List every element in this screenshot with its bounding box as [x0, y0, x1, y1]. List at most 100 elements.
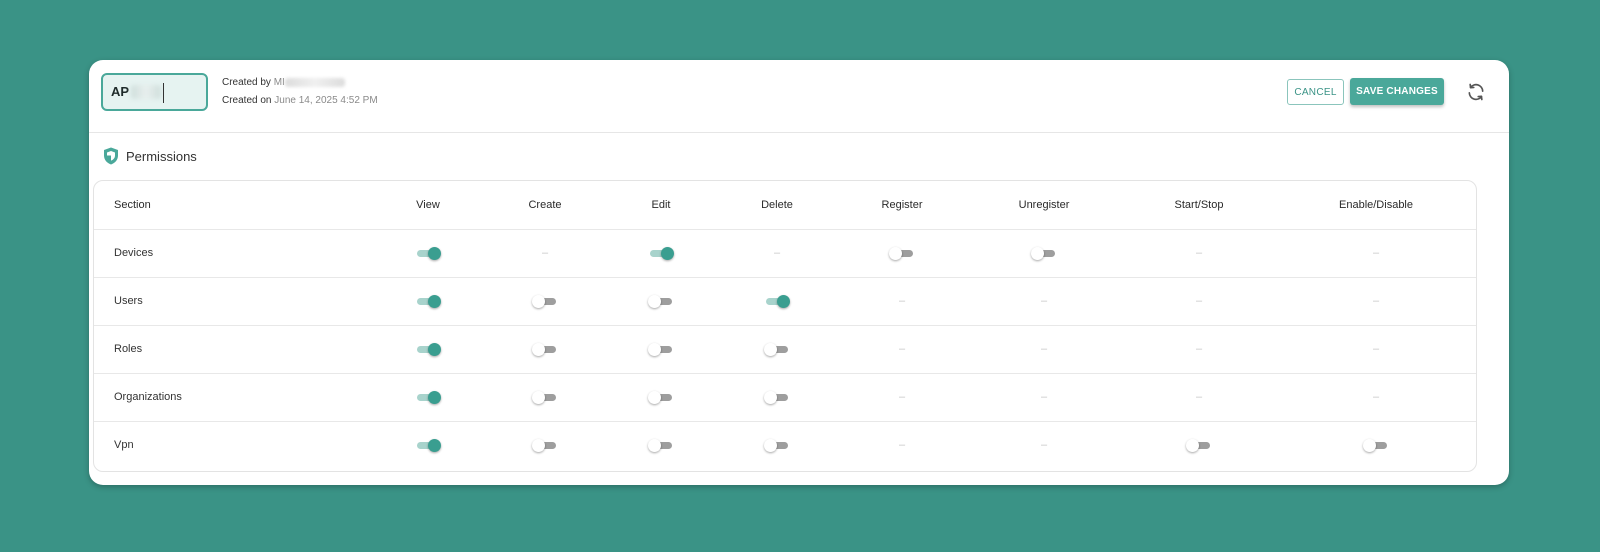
dash-placeholder: –: [1040, 439, 1048, 451]
toggle-enable-disable[interactable]: [1363, 438, 1389, 452]
dash-placeholder: –: [1040, 295, 1048, 307]
not-applicable-cell: –: [842, 421, 962, 469]
toggle-view[interactable]: [415, 294, 441, 308]
not-applicable-cell: –: [984, 421, 1104, 469]
role-editor-card: AP Created by MI Created on June 14, 202…: [89, 60, 1509, 485]
dash-placeholder: –: [1195, 247, 1203, 259]
permission-cell: [1139, 421, 1259, 469]
toggle-knob: [777, 295, 790, 308]
dash-placeholder: –: [1372, 391, 1380, 403]
refresh-icon[interactable]: [1466, 82, 1486, 102]
toggle-knob: [889, 247, 902, 260]
created-by-value: MI: [273, 77, 285, 88]
toggle-knob: [1031, 247, 1044, 260]
permission-cell: [368, 229, 488, 277]
not-applicable-cell: –: [1139, 229, 1259, 277]
toggle-view[interactable]: [415, 342, 441, 356]
not-applicable-cell: –: [717, 229, 837, 277]
cancel-button[interactable]: CANCEL: [1287, 79, 1344, 105]
permission-cell: [842, 229, 962, 277]
row-label: Devices: [114, 247, 154, 259]
toggle-knob: [764, 391, 777, 404]
not-applicable-cell: –: [1316, 277, 1436, 325]
toggle-knob: [532, 295, 545, 308]
toggle-knob: [764, 439, 777, 452]
toggle-create[interactable]: [532, 438, 558, 452]
toggle-edit[interactable]: [648, 390, 674, 404]
toggle-view[interactable]: [415, 246, 441, 260]
redacted-creator: [284, 77, 345, 87]
toggle-knob: [428, 247, 441, 260]
toggle-delete[interactable]: [764, 438, 790, 452]
permission-cell: [368, 277, 488, 325]
dash-placeholder: –: [898, 295, 906, 307]
toggle-knob: [532, 439, 545, 452]
permission-cell: [601, 277, 721, 325]
table-row: Organizations – – – –: [94, 373, 1476, 422]
row-label: Vpn: [114, 439, 134, 451]
toggle-delete[interactable]: [764, 390, 790, 404]
toggle-knob: [428, 295, 441, 308]
permission-cell: [485, 373, 605, 421]
row-label: Organizations: [114, 391, 182, 403]
column-header: Register: [881, 199, 923, 211]
toggle-knob: [648, 295, 661, 308]
permission-cell: [485, 421, 605, 469]
toggle-create[interactable]: [532, 294, 558, 308]
toggle-edit[interactable]: [648, 246, 674, 260]
not-applicable-cell: –: [984, 325, 1104, 373]
toggle-view[interactable]: [415, 438, 441, 452]
toggle-knob: [648, 439, 661, 452]
permission-cell: [717, 373, 837, 421]
permissions-title: Permissions: [126, 148, 197, 164]
dash-placeholder: –: [898, 391, 906, 403]
role-name-value: AP: [111, 84, 130, 99]
permission-cell: [601, 421, 721, 469]
redacted-name: [131, 85, 161, 99]
row-label: Users: [114, 295, 143, 307]
toggle-create[interactable]: [532, 342, 558, 356]
toggle-knob: [428, 391, 441, 404]
dash-placeholder: –: [1195, 391, 1203, 403]
not-applicable-cell: –: [984, 373, 1104, 421]
toggle-view[interactable]: [415, 390, 441, 404]
toggle-knob: [428, 343, 441, 356]
not-applicable-cell: –: [1139, 373, 1259, 421]
toggle-edit[interactable]: [648, 342, 674, 356]
permissions-table: Section View Create Edit Delete Register Unreg…: [93, 180, 1477, 472]
permission-cell: [601, 373, 721, 421]
permission-cell: [717, 421, 837, 469]
toggle-delete[interactable]: [764, 294, 790, 308]
toggle-start-stop[interactable]: [1186, 438, 1212, 452]
column-header: View: [416, 199, 440, 211]
toggle-knob: [532, 391, 545, 404]
permission-cell: [601, 325, 721, 373]
toggle-create[interactable]: [532, 390, 558, 404]
column-header: Create: [528, 199, 562, 211]
created-on-label: Created on: [222, 95, 272, 106]
permission-cell: [485, 325, 605, 373]
not-applicable-cell: –: [1139, 277, 1259, 325]
created-by-label: Created by: [222, 77, 271, 88]
toggle-unregister[interactable]: [1031, 246, 1057, 260]
toggle-edit[interactable]: [648, 438, 674, 452]
not-applicable-cell: –: [1139, 325, 1259, 373]
toggle-knob: [648, 391, 661, 404]
permission-cell: [368, 373, 488, 421]
dash-placeholder: –: [773, 247, 781, 259]
toggle-edit[interactable]: [648, 294, 674, 308]
table-row: Users – – – –: [94, 277, 1476, 326]
table-row: Roles – – – –: [94, 325, 1476, 374]
permissions-heading: Permissions: [103, 147, 197, 165]
toggle-register[interactable]: [889, 246, 915, 260]
role-name-input[interactable]: AP: [101, 73, 208, 111]
dash-placeholder: –: [898, 343, 906, 355]
row-label: Roles: [114, 343, 143, 355]
toggle-delete[interactable]: [764, 342, 790, 356]
toggle-knob: [1363, 439, 1376, 452]
save-changes-button[interactable]: SAVE CHANGES: [1350, 78, 1444, 105]
not-applicable-cell: –: [842, 373, 962, 421]
editor-header: AP Created by MI Created on June 14, 202…: [89, 60, 1509, 133]
toggle-knob: [661, 247, 674, 260]
toggle-knob: [428, 439, 441, 452]
